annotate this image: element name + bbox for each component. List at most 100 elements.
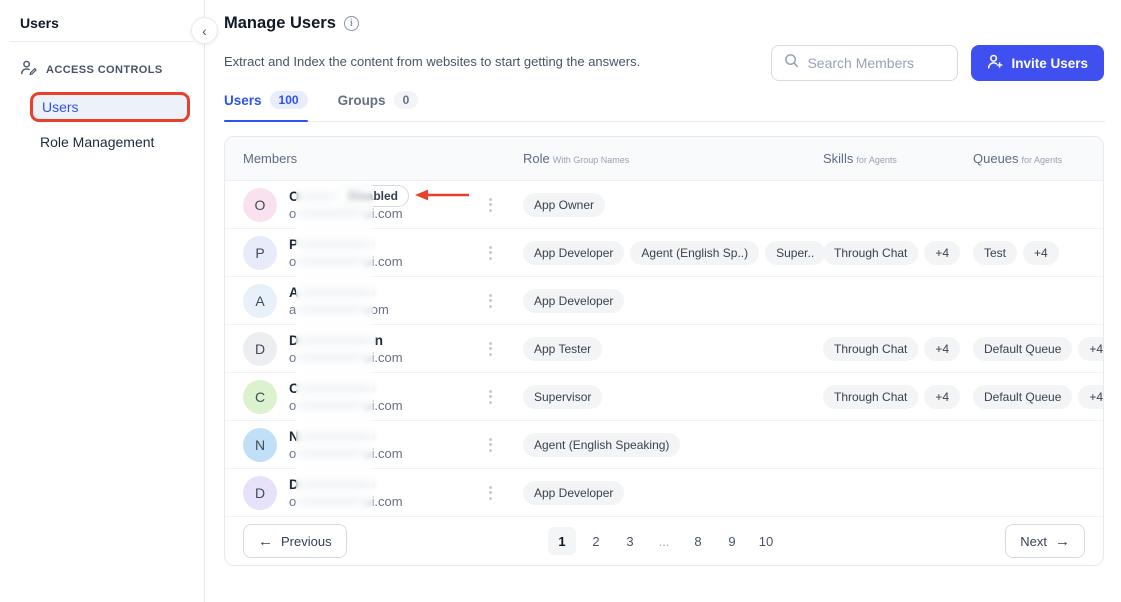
role-pill: Agent (English Speaking): [523, 433, 680, 457]
tab-users-label: Users: [224, 93, 262, 108]
app-window: Users ACCESS CONTROLS Users Role Managem…: [0, 0, 1121, 602]
search-icon: [784, 53, 799, 73]
sidebar-title: Users: [0, 0, 204, 41]
member-email-visible-suffix: ui.com: [364, 254, 402, 269]
row-menu-button[interactable]: [483, 198, 497, 212]
sidebar-item-role-management[interactable]: Role Management: [30, 128, 190, 156]
column-header-skills: Skillsfor Agents: [823, 151, 973, 166]
table-row: DDoui.comApp Developer: [225, 469, 1103, 517]
page-number-2[interactable]: 2: [582, 527, 610, 555]
column-header-members: Members: [243, 151, 523, 166]
skill-list: Through Chat+4: [823, 385, 973, 409]
status-badge: Disabled: [337, 185, 409, 207]
member-email-visible-suffix: ui.com: [364, 494, 402, 509]
row-menu-button[interactable]: [483, 294, 497, 308]
row-menu-button[interactable]: [483, 246, 497, 260]
member-name-visible: N: [289, 429, 299, 444]
row-menu-button[interactable]: [483, 438, 497, 452]
page-number-3[interactable]: 3: [616, 527, 644, 555]
member-cell: DDo ui.com: [243, 476, 523, 510]
role-pill: Supervisor: [523, 385, 602, 409]
chevron-left-icon: ‹: [202, 23, 207, 39]
member-text: Do ui.com: [289, 477, 471, 509]
member-name: Dn: [289, 333, 471, 348]
member-email-visible-prefix: o: [289, 494, 296, 509]
role-list: App DeveloperAgent (English Sp..)Super..…: [523, 241, 823, 265]
member-name: N: [289, 429, 471, 444]
avatar: A: [243, 284, 277, 318]
redacted-email: [297, 209, 363, 218]
row-menu-button[interactable]: [483, 390, 497, 404]
skill-overflow-badge[interactable]: +4: [924, 385, 960, 409]
avatar: C: [243, 380, 277, 414]
queue-pill: Test: [973, 241, 1017, 265]
search-members-input[interactable]: [807, 55, 937, 71]
page-ellipsis: ...: [650, 527, 678, 555]
member-email: o ui.com: [289, 494, 471, 509]
table-row: DDnoui.comApp TesterThrough Chat+4Defaul…: [225, 325, 1103, 373]
row-menu-button[interactable]: [483, 342, 497, 356]
sidebar-collapse-button[interactable]: ‹: [191, 17, 218, 44]
page-number-10[interactable]: 10: [752, 527, 780, 555]
skill-overflow-badge[interactable]: +4: [924, 241, 960, 265]
page-number-1[interactable]: 1: [548, 527, 576, 555]
member-name-visible: A: [289, 285, 299, 300]
queue-overflow-badge[interactable]: +4: [1078, 385, 1104, 409]
avatar: P: [243, 236, 277, 270]
redacted-email: [297, 257, 363, 266]
user-edit-icon: [20, 60, 37, 80]
tab-groups[interactable]: Groups 0: [338, 91, 419, 121]
member-email-visible-suffix: ui.com: [364, 206, 402, 221]
tab-groups-count-badge: 0: [394, 91, 419, 109]
page-number-9[interactable]: 9: [718, 527, 746, 555]
queue-list: Default Queue+4: [973, 337, 1104, 361]
search-box[interactable]: [771, 45, 958, 81]
member-email-visible-prefix: a: [289, 302, 296, 317]
member-email-visible-prefix: o: [289, 398, 296, 413]
redacted-name: [299, 240, 373, 249]
tab-users[interactable]: Users 100: [224, 91, 308, 121]
redacted-email: [297, 353, 363, 362]
invite-users-label: Invite Users: [1011, 56, 1088, 71]
redacted-name: [300, 288, 374, 297]
invite-users-button[interactable]: Invite Users: [971, 45, 1104, 81]
queue-pill: Default Queue: [973, 385, 1072, 409]
avatar: O: [243, 188, 277, 222]
page-number-8[interactable]: 8: [684, 527, 712, 555]
row-menu-button[interactable]: [483, 486, 497, 500]
table-row: OODisabledoui.comApp Owner: [225, 181, 1103, 229]
info-icon[interactable]: i: [344, 16, 359, 31]
member-cell: CCoui.com: [243, 380, 523, 414]
previous-page-button[interactable]: ← Previous: [243, 524, 347, 558]
skill-overflow-badge[interactable]: +4: [924, 337, 960, 361]
member-name: P: [289, 237, 471, 252]
skill-pill: Through Chat: [823, 385, 918, 409]
queue-pill: Default Queue: [973, 337, 1072, 361]
top-actions: Invite Users: [771, 45, 1104, 81]
table-row: PPoui.com App DeveloperAgent (English Sp.…: [225, 229, 1103, 277]
member-text: Coui.com: [289, 381, 471, 413]
redacted-email: [297, 449, 363, 458]
role-list: App Tester: [523, 337, 823, 361]
sidebar-nav: Users Role Management: [0, 92, 204, 156]
column-subheader: With Group Names: [553, 155, 630, 165]
queue-overflow-badge[interactable]: +4: [1078, 337, 1104, 361]
member-name-visible: O: [289, 189, 300, 204]
table-header-row: MembersRoleWith Group NamesSkillsfor Age…: [225, 137, 1103, 181]
page-title: Manage Users: [224, 14, 336, 33]
sidebar-item-users[interactable]: Users: [30, 92, 190, 122]
queue-overflow-badge[interactable]: +4: [1023, 241, 1059, 265]
member-email-visible-suffix: com: [364, 302, 389, 317]
member-name: D: [289, 477, 471, 492]
role-list: Supervisor: [523, 385, 823, 409]
member-email: oui.com: [289, 254, 471, 269]
avatar: D: [243, 476, 277, 510]
member-email: oui.com: [289, 350, 471, 365]
redacted-email: [297, 497, 363, 506]
member-cell: AAa com: [243, 284, 523, 318]
previous-label: Previous: [281, 534, 332, 549]
member-name-visible: C: [289, 381, 299, 396]
member-email: oui.com: [289, 446, 471, 461]
next-page-button[interactable]: Next →: [1005, 524, 1085, 558]
member-name-visible-suffix: n: [375, 333, 383, 348]
